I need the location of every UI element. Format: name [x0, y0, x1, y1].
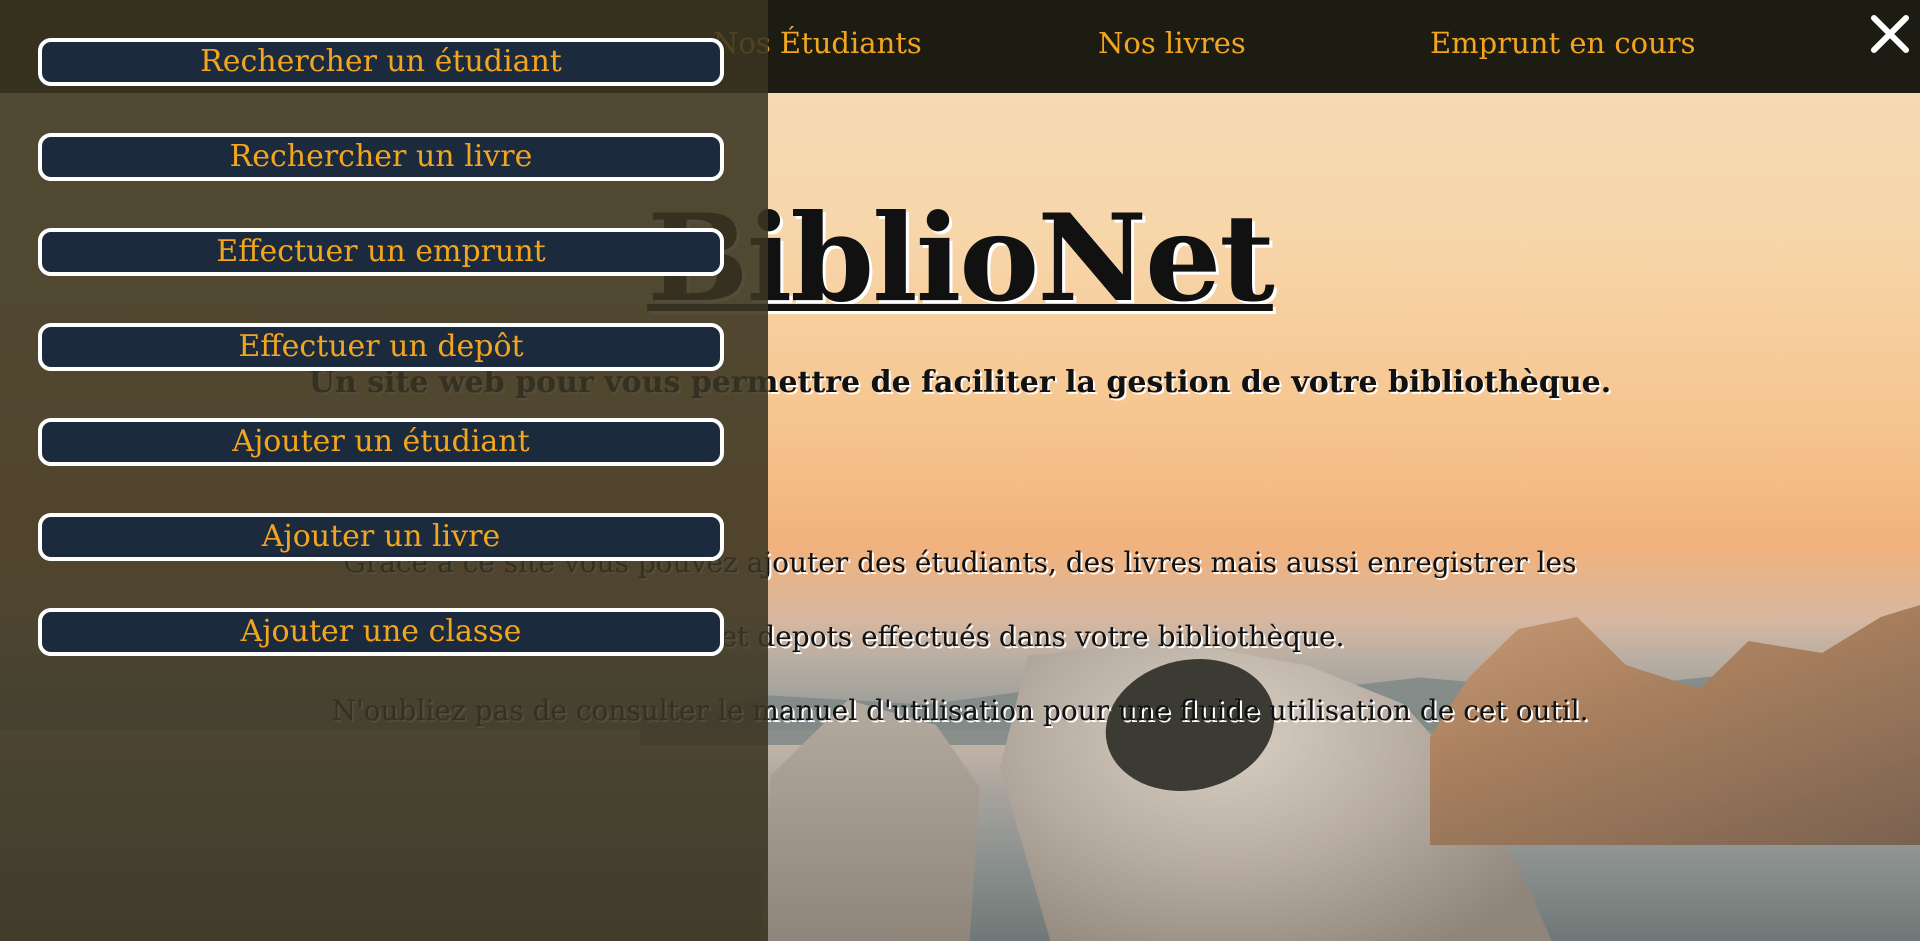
menu-button-search-student[interactable]: Rechercher un étudiant: [38, 38, 724, 86]
close-icon: [1871, 15, 1909, 53]
menu-button-add-student[interactable]: Ajouter un étudiant: [38, 418, 724, 466]
menu-button-make-loan[interactable]: Effectuer un emprunt: [38, 228, 724, 276]
close-menu-button[interactable]: [1866, 10, 1914, 58]
page: Nos Étudiants Nos livres Emprunt en cour…: [0, 0, 1920, 941]
menu-button-make-deposit[interactable]: Effectuer un depôt: [38, 323, 724, 371]
menu-button-search-book[interactable]: Rechercher un livre: [38, 133, 724, 181]
menu-button-add-book[interactable]: Ajouter un livre: [38, 513, 724, 561]
nav-link-livres[interactable]: Nos livres: [1098, 26, 1246, 60]
nav-link-emprunt[interactable]: Emprunt en cours: [1430, 26, 1696, 60]
menu-button-add-class[interactable]: Ajouter une classe: [38, 608, 724, 656]
side-menu: Rechercher un étudiant Rechercher un liv…: [0, 0, 768, 941]
